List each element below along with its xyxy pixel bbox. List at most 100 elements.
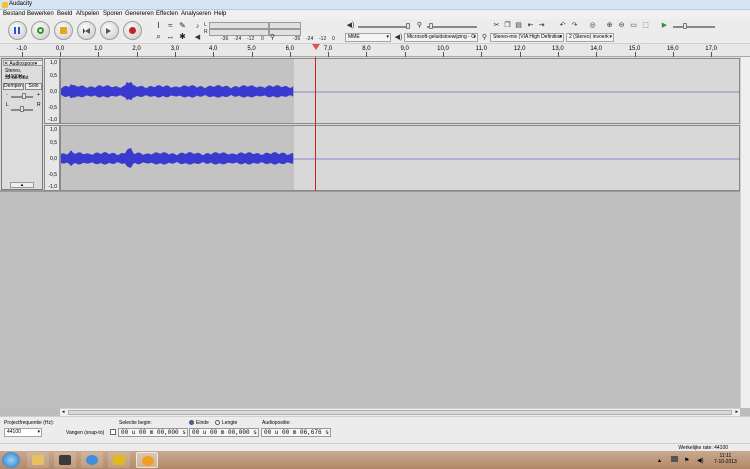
output-device-select[interactable]: Microsoft-geluidstoewijzing - C [404,33,478,42]
selection-end-field[interactable]: 00 u 00 m 00,000 s [189,428,259,437]
selection-tool-icon[interactable]: I [154,21,163,30]
project-rate-select[interactable]: 44100 [4,428,42,437]
skip-start-icon [83,28,90,34]
tray-flag-icon[interactable]: ⚑ [684,457,689,464]
redo-icon[interactable]: ↷ [570,21,579,30]
vruler-label: 0,5 [50,73,57,79]
input-channels-select[interactable]: 2 (Stereo) invoerk [566,33,614,42]
envelope-tool-icon[interactable]: ≈ [166,21,175,30]
timeline-ruler[interactable]: -1,0 0,0 1,0 2,0 3,0 4,0 5,0 6,0 7,0 8,0 9,0 10,0 11… [0,44,750,57]
silence-icon[interactable]: ⇥ [537,21,546,30]
selection-start-field[interactable]: 00 u 00 m 00,000 s [118,428,188,437]
taskbar-ie[interactable] [81,452,103,468]
play-button[interactable] [31,21,50,40]
tray-volume-icon[interactable]: ◀) [697,457,704,464]
gain-thumb[interactable] [22,93,26,99]
skip-end-button[interactable] [100,21,119,40]
title-bar: Audacity [0,0,750,10]
menu-effecten[interactable]: Effecten [156,11,178,17]
skip-start-button[interactable] [77,21,96,40]
taskbar-app[interactable] [108,452,130,468]
audio-position-field[interactable]: 00 u 00 m 06,676 s [261,428,331,437]
taskbar-explorer[interactable] [27,452,49,468]
volume-icon[interactable]: ◀ [193,33,202,42]
menu-bewerken[interactable]: Bewerken [27,11,54,17]
play-speed-slider[interactable] [673,26,715,28]
taskbar-audacity[interactable] [136,452,158,468]
scrollbar-thumb[interactable] [68,410,732,415]
collapse-track-button[interactable]: ▴ [10,182,34,188]
stop-button[interactable] [54,21,73,40]
selection-toolbar: Projectfrequentie (Hz): 44100 Vangen (sn… [0,416,750,443]
input-volume-slider[interactable] [427,26,477,28]
menu-analyseren[interactable]: Analyseren [181,11,211,17]
play-at-speed-icon[interactable]: ▶ [660,21,669,30]
timeshift-tool-icon[interactable]: ↔ [166,32,175,41]
speaker-meter-icon[interactable]: ♪ [193,22,202,31]
zoom-in-icon[interactable]: ⊕ [605,21,614,30]
menu-afspelen[interactable]: Afspelen [76,11,99,17]
zoom-out-icon[interactable]: ⊖ [617,21,626,30]
snap-to-checkbox[interactable] [110,429,116,435]
draw-tool-icon[interactable]: ✎ [178,21,187,30]
menu-beeld[interactable]: Beeld [57,11,72,17]
length-radio[interactable] [215,420,220,425]
snap-to-label: Vangen (snap-to) [66,430,105,436]
fit-project-icon[interactable]: ⬚ [641,21,650,30]
waveform-right-channel[interactable] [60,125,741,191]
waveform-left-channel[interactable] [60,58,741,124]
menu-sporen[interactable]: Sporen [103,11,122,17]
start-button[interactable] [2,452,20,468]
scroll-left-icon[interactable]: ◂ [62,409,65,415]
host-select[interactable]: MME [345,33,391,42]
track-close-icon[interactable]: ✕ [4,61,8,67]
audio-position-label: Audiopositie: [262,420,291,426]
media-icon [59,455,71,465]
play-speed-thumb[interactable] [683,23,687,29]
system-clock[interactable]: 11:11 7-10-2013 [714,453,737,465]
speaker-device-icon: ◀) [394,34,403,41]
vruler-label: 0,5 [50,140,57,146]
menu-bestand[interactable]: Bestand [3,11,25,17]
paste-icon[interactable]: ▤ [514,21,523,30]
undo-icon[interactable]: ↶ [558,21,567,30]
play-icon [37,27,44,34]
input-device-select[interactable]: Stereo-mix (VIA High Definition [490,33,564,42]
copy-icon[interactable]: ❐ [503,21,512,30]
tray-arrow-icon[interactable]: ▴ [658,457,661,464]
sync-lock-icon[interactable]: ◎ [588,21,597,30]
menu-bar: Bestand Bewerken Beeld Afspelen Sporen G… [0,10,750,19]
fit-selection-icon[interactable]: ▭ [629,21,638,30]
zoom-tool-icon[interactable]: ⌕ [154,32,163,41]
meter-label-r: R [204,29,208,35]
menu-genereren[interactable]: Genereren [125,11,154,17]
taskbar-media[interactable] [54,452,76,468]
app-icon [113,455,125,465]
pause-button[interactable] [8,21,27,40]
vertical-ruler-right-channel[interactable]: 1,0 0,5 0,0 -0,5 -1,0 [44,125,60,191]
tray-network-icon[interactable] [671,456,678,462]
horizontal-scrollbar[interactable]: ◂ ▸ [60,408,740,416]
vertical-ruler-left-channel[interactable]: 1,0 0,5 0,0 -0,5 -1,0 [44,58,60,124]
output-volume-icon: ◀) [346,22,355,29]
pan-thumb[interactable] [20,106,24,112]
menu-help[interactable]: Help [214,11,226,17]
playback-cursor-line [315,57,316,191]
track-menu[interactable]: ✕ Audiospoor▾ [3,60,43,67]
record-button[interactable] [123,21,142,40]
input-volume-thumb[interactable] [429,23,433,29]
microphone-meter-icon[interactable]: ⚲ [268,33,277,42]
solo-button[interactable]: Solo [25,83,42,90]
output-volume-thumb[interactable] [406,23,410,29]
output-volume-slider[interactable] [358,26,408,28]
multi-tool-icon[interactable]: ✱ [178,32,187,41]
mute-button[interactable]: Dempen [3,83,24,90]
empty-track-space[interactable] [0,192,740,408]
meter-tick: 0 [332,36,335,42]
scroll-down-icon[interactable] [742,407,750,408]
scroll-right-icon[interactable]: ▸ [735,409,738,415]
trim-icon[interactable]: ⇤ [526,21,535,30]
cut-icon[interactable]: ✂ [492,21,501,30]
end-radio[interactable] [189,420,194,425]
vertical-scrollbar[interactable] [740,57,750,408]
